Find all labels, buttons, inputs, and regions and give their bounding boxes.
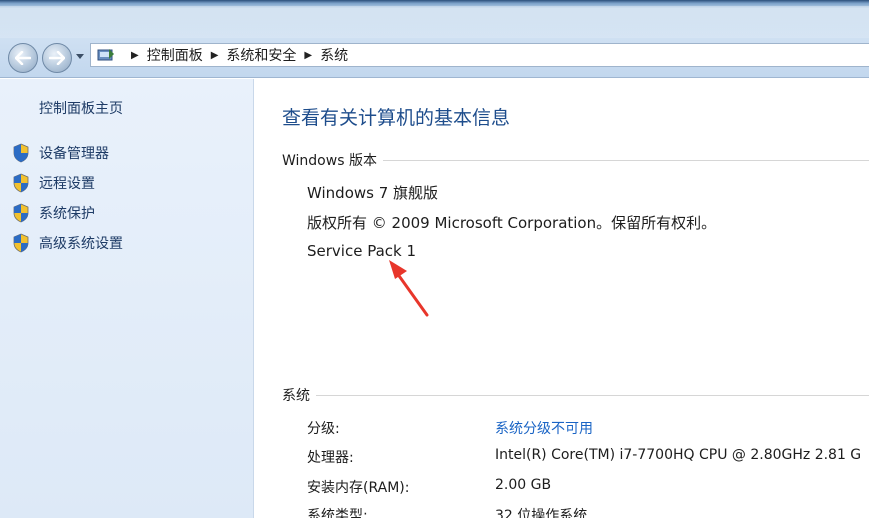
breadcrumb-control-panel[interactable]: 控制面板	[147, 45, 203, 65]
sidebar-item-label: 系统保护	[39, 206, 95, 222]
system-type-label: 系统类型:	[307, 508, 368, 518]
windows-edition-section-header: Windows 版本	[282, 150, 869, 170]
task-pane: 控制面板主页 设备管理器 远程设置 系统保护 高级系统设置	[0, 79, 254, 518]
sidebar-item-advanced-settings[interactable]: 高级系统设置	[12, 233, 123, 253]
breadcrumb-system[interactable]: 系统	[320, 45, 348, 65]
window-title-bar	[0, 0, 869, 38]
ram-label: 安装内存(RAM):	[307, 480, 410, 496]
uac-shield-icon	[13, 233, 29, 253]
section-divider	[382, 159, 869, 161]
back-button[interactable]	[8, 43, 38, 73]
chevron-down-icon	[76, 54, 84, 59]
forward-arrow-icon	[49, 51, 65, 65]
navigation-bar: ▶ 控制面板 ▶ 系统和安全 ▶ 系统	[0, 38, 869, 78]
rating-label: 分级:	[307, 421, 340, 437]
section-divider	[316, 394, 869, 396]
title-bar-glass	[0, 6, 869, 38]
control-panel-icon	[97, 48, 115, 62]
address-bar[interactable]: ▶ 控制面板 ▶ 系统和安全 ▶ 系统	[90, 43, 869, 67]
processor-label: 处理器:	[307, 450, 354, 466]
control-panel-home-link[interactable]: 控制面板主页	[39, 98, 123, 118]
sidebar-item-label: 高级系统设置	[39, 236, 123, 252]
back-arrow-icon	[15, 51, 31, 65]
ram-value: 2.00 GB	[495, 477, 552, 493]
content-pane: 查看有关计算机的基本信息 Windows 版本 Windows 7 旗舰版 版权…	[255, 79, 869, 518]
copyright-text: 版权所有 © 2009 Microsoft Corporation。保留所有权利…	[307, 214, 717, 232]
section-title: Windows 版本	[282, 153, 377, 169]
uac-shield-icon	[13, 173, 29, 193]
uac-shield-icon	[13, 143, 29, 163]
page-title: 查看有关计算机的基本信息	[282, 107, 511, 129]
edition-name: Windows 7 旗舰版	[307, 184, 439, 202]
breadcrumb-system-security[interactable]: 系统和安全	[226, 45, 296, 65]
breadcrumb-separator-icon[interactable]: ▶	[211, 50, 219, 61]
sidebar-item-device-manager[interactable]: 设备管理器	[12, 143, 109, 163]
rating-link[interactable]: 系统分级不可用	[495, 418, 593, 438]
processor-value: Intel(R) Core(TM) i7-7700HQ CPU @ 2.80GH…	[495, 447, 862, 463]
system-section-header: 系统	[282, 385, 869, 405]
sidebar-item-label: 设备管理器	[39, 146, 109, 162]
recent-pages-dropdown[interactable]	[76, 53, 86, 63]
breadcrumb-separator-icon[interactable]: ▶	[131, 50, 139, 61]
sidebar-item-remote-settings[interactable]: 远程设置	[12, 173, 95, 193]
sidebar-item-label: 远程设置	[39, 176, 95, 192]
system-type-value: 32 位操作系统	[495, 508, 588, 518]
annotation-arrow-icon	[389, 260, 429, 317]
breadcrumb-separator-icon[interactable]: ▶	[304, 50, 312, 61]
uac-shield-icon	[13, 203, 29, 223]
forward-button[interactable]	[42, 43, 72, 73]
sidebar-item-system-protection[interactable]: 系统保护	[12, 203, 95, 223]
section-title: 系统	[282, 388, 310, 404]
